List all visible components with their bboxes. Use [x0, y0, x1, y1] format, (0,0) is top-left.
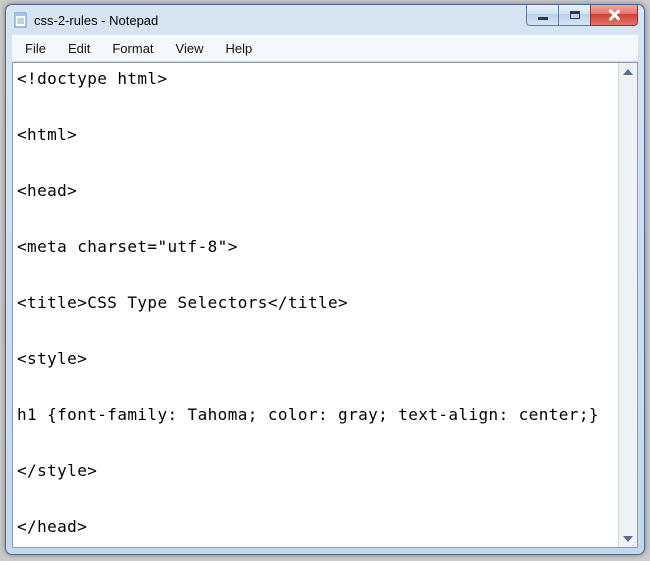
maximize-icon — [570, 11, 580, 19]
menu-help[interactable]: Help — [216, 39, 261, 58]
minimize-icon — [538, 17, 548, 20]
menu-format[interactable]: Format — [103, 39, 162, 58]
close-button[interactable] — [590, 5, 638, 26]
scroll-up-button[interactable] — [620, 63, 636, 80]
title-bar[interactable]: css-2-rules - Notepad — [6, 5, 644, 35]
minimize-button[interactable] — [526, 5, 559, 26]
menu-edit[interactable]: Edit — [59, 39, 99, 58]
chevron-down-icon — [623, 536, 633, 542]
menu-view[interactable]: View — [167, 39, 213, 58]
menu-file[interactable]: File — [16, 39, 55, 58]
notepad-window: css-2-rules - Notepad File Edit Format V… — [5, 4, 645, 555]
close-icon — [607, 8, 621, 22]
maximize-button[interactable] — [558, 5, 591, 26]
menu-bar: File Edit Format View Help — [12, 35, 638, 62]
text-area[interactable]: <!doctype html> <html> <head> <meta char… — [13, 63, 618, 547]
chevron-up-icon — [623, 69, 633, 75]
notepad-app-icon — [13, 12, 29, 28]
window-controls — [527, 5, 638, 26]
client-area: <!doctype html> <html> <head> <meta char… — [12, 62, 638, 548]
window-title: css-2-rules - Notepad — [34, 13, 158, 28]
scroll-down-button[interactable] — [620, 530, 636, 547]
vertical-scrollbar[interactable] — [618, 63, 637, 547]
